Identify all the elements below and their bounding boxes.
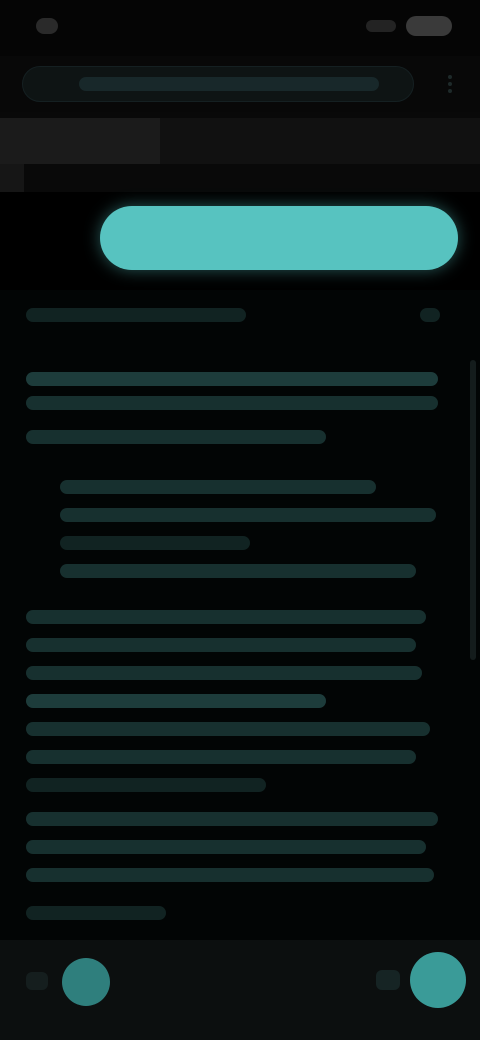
nav-right-hint-icon	[376, 970, 400, 990]
text-line	[26, 372, 438, 386]
text-line	[26, 638, 416, 652]
more-vertical-icon[interactable]	[438, 72, 462, 96]
bottom-navigation	[0, 940, 480, 1040]
text-line	[26, 722, 430, 736]
nav-left-hint-icon	[26, 972, 48, 990]
arrow-back-icon[interactable]	[62, 958, 110, 1006]
status-right-group	[356, 16, 452, 36]
address-bar[interactable]	[22, 66, 414, 102]
text-line	[26, 812, 438, 826]
text-line	[26, 840, 426, 854]
text-line	[26, 308, 246, 322]
text-line	[60, 508, 436, 522]
status-bar	[0, 0, 480, 56]
text-line	[26, 430, 326, 444]
tab-active[interactable]	[0, 118, 160, 164]
tab-bar-background	[160, 118, 480, 164]
notification-dot-icon	[36, 18, 58, 34]
signal-icon	[366, 20, 396, 32]
status-left-group	[36, 18, 106, 34]
text-line	[26, 778, 266, 792]
text-line	[60, 536, 250, 550]
address-text	[79, 77, 379, 91]
browser-toolbar	[0, 56, 480, 112]
text-line	[60, 480, 376, 494]
tab-strip	[0, 112, 480, 192]
text-line	[26, 666, 422, 680]
text-line	[26, 750, 416, 764]
tab-indicator	[0, 164, 24, 192]
primary-action-button[interactable]	[100, 206, 458, 270]
battery-icon	[406, 16, 452, 36]
text-line	[26, 694, 326, 708]
text-line	[60, 564, 416, 578]
text-line	[26, 906, 166, 920]
text-line	[26, 868, 434, 882]
text-line	[26, 396, 438, 410]
scrollbar[interactable]	[470, 360, 476, 660]
arrow-forward-icon[interactable]	[410, 952, 466, 1008]
page-content	[0, 290, 480, 940]
text-line	[26, 610, 426, 624]
text-line	[420, 308, 440, 322]
